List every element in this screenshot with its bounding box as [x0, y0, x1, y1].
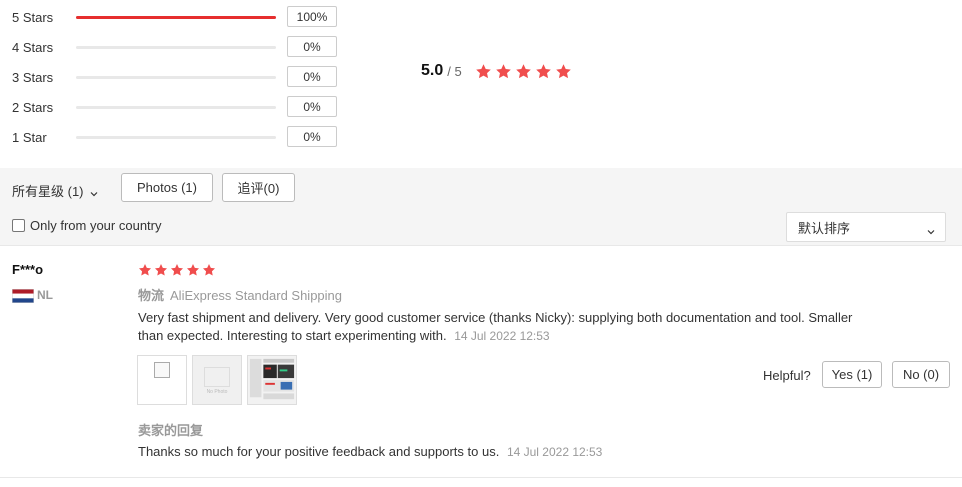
rating-row-3[interactable]: 3 Stars 0% [12, 66, 352, 88]
review-photo-thumbnail[interactable] [247, 355, 297, 405]
shipping-info: 物流 AliExpress Standard Shipping [138, 285, 342, 304]
star-icon [154, 263, 168, 277]
chevron-down-icon [927, 224, 935, 235]
rating-bar-track [76, 16, 276, 19]
rating-row-label: 5 Stars [12, 9, 54, 25]
rating-row-4[interactable]: 4 Stars 0% [12, 36, 352, 58]
rating-bar-track [76, 136, 276, 139]
star-icon [170, 263, 184, 277]
rating-row-label: 4 Stars [12, 39, 54, 55]
rating-percent: 100% [287, 6, 337, 27]
rating-row-2[interactable]: 2 Stars 0% [12, 96, 352, 118]
seller-reply-text: Thanks so much for your positive feedbac… [138, 444, 500, 459]
star-icon [186, 263, 200, 277]
star-icon [138, 263, 152, 277]
review-photos: No Photo [137, 355, 297, 405]
seller-reply: Thanks so much for your positive feedbac… [138, 444, 602, 459]
star-icon [515, 63, 532, 80]
review-text: Very fast shipment and delivery. Very go… [138, 309, 858, 345]
average-score: 5.0 [421, 62, 444, 79]
photos-filter-button[interactable]: Photos (1) [121, 173, 213, 202]
chevron-down-icon [90, 186, 98, 197]
rating-row-1[interactable]: 1 Star 0% [12, 126, 352, 148]
shipping-method: AliExpress Standard Shipping [170, 288, 343, 303]
sort-label: 默认排序 [798, 220, 851, 236]
star-icon [555, 63, 572, 80]
broken-image-icon [154, 362, 170, 378]
helpful-prompt: Helpful? [763, 368, 811, 383]
score-total: / 5 [447, 63, 462, 79]
star-icon [202, 263, 216, 277]
star-icon [475, 63, 492, 80]
no-photo-icon [204, 367, 230, 387]
reviewer-name: F***o [12, 262, 44, 277]
followup-filter-button[interactable]: 追评(0) [222, 173, 295, 202]
rating-row-label: 1 Star [12, 129, 47, 145]
star-icon [535, 63, 552, 80]
rating-percent: 0% [287, 36, 337, 57]
country-filter-label: Only from your country [30, 218, 162, 233]
rating-bar-track [76, 46, 276, 49]
rating-percent: 0% [287, 126, 337, 147]
rating-summary: 5.0 / 5 [421, 58, 572, 84]
sort-dropdown[interactable]: 默认排序 [786, 212, 946, 242]
reviewer-country-code: NL [37, 288, 53, 302]
country-filter[interactable]: Only from your country [12, 218, 162, 233]
review-photo-thumbnail[interactable] [137, 355, 187, 405]
rating-percent: 0% [287, 96, 337, 117]
helpful-no-button[interactable]: No (0) [892, 361, 950, 388]
review-item: F***o NL 物流 AliExpress Standard Shipping … [0, 247, 962, 478]
seller-reply-title: 卖家的回复 [138, 423, 204, 438]
rating-row-label: 2 Stars [12, 99, 54, 115]
review-filter-bar: 所有星级 (1) Photos (1) 追评(0) Only from your… [0, 168, 962, 246]
screenshot-thumbnail-image [248, 356, 296, 404]
rating-bar-fill [76, 16, 276, 19]
shipping-label: 物流 [138, 288, 165, 303]
rating-row-5[interactable]: 5 Stars 100% [12, 6, 352, 28]
review-photo-thumbnail[interactable]: No Photo [192, 355, 242, 405]
country-checkbox[interactable] [12, 219, 25, 232]
star-icon [495, 63, 512, 80]
summary-stars [475, 63, 572, 80]
rating-bar-track [76, 106, 276, 109]
seller-reply-date: 14 Jul 2022 12:53 [506, 445, 603, 459]
review-date: 14 Jul 2022 12:53 [454, 329, 550, 343]
star-filter-dropdown[interactable]: 所有星级 (1) [12, 180, 98, 200]
no-photo-text: No Photo [206, 389, 228, 395]
rating-percent: 0% [287, 66, 337, 87]
netherlands-flag-icon [12, 289, 34, 303]
rating-bar-track [76, 76, 276, 79]
review-stars [138, 263, 216, 277]
helpful-yes-button[interactable]: Yes (1) [822, 361, 882, 388]
star-filter-label: 所有星级 (1) [12, 183, 84, 199]
rating-row-label: 3 Stars [12, 69, 54, 85]
